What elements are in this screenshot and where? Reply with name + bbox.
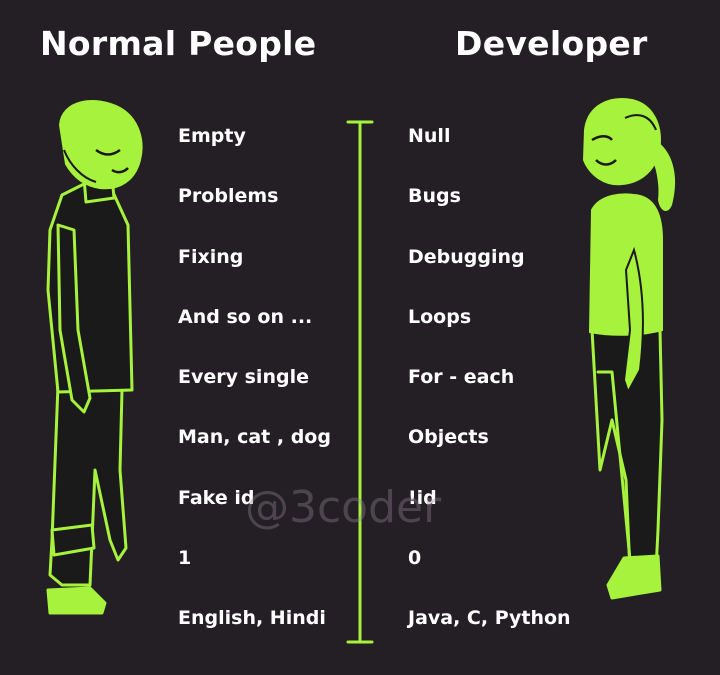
left-term-item: Fixing	[178, 245, 244, 268]
left-term-item: Man, cat , dog	[178, 426, 331, 449]
left-term-item: Problems	[178, 185, 279, 208]
man-figure-icon	[46, 100, 143, 615]
right-term-item: 0	[408, 547, 422, 570]
right-term-item: Null	[408, 125, 451, 147]
right-term-item: Bugs	[408, 185, 461, 208]
vertical-divider	[346, 120, 374, 644]
left-term-list: Empty Problems Fixing And so on ... Ever…	[178, 122, 331, 665]
left-term-item: English, Hindi	[178, 607, 326, 630]
right-term-item: Objects	[408, 426, 489, 449]
right-term-item: Debugging	[408, 245, 525, 268]
watermark: @3coder	[245, 482, 442, 533]
right-term-item: For - each	[408, 366, 515, 389]
left-term-item: Every single	[178, 366, 309, 389]
right-term-item: Java, C, Python	[408, 607, 571, 630]
woman-figure-icon	[582, 98, 676, 600]
left-term-item: Empty	[178, 125, 246, 147]
left-term-item: And so on ...	[178, 305, 313, 328]
left-term-item: 1	[178, 547, 192, 570]
right-term-list: Null Bugs Debugging Loops For - each Obj…	[408, 122, 571, 665]
right-term-item: Loops	[408, 305, 472, 328]
